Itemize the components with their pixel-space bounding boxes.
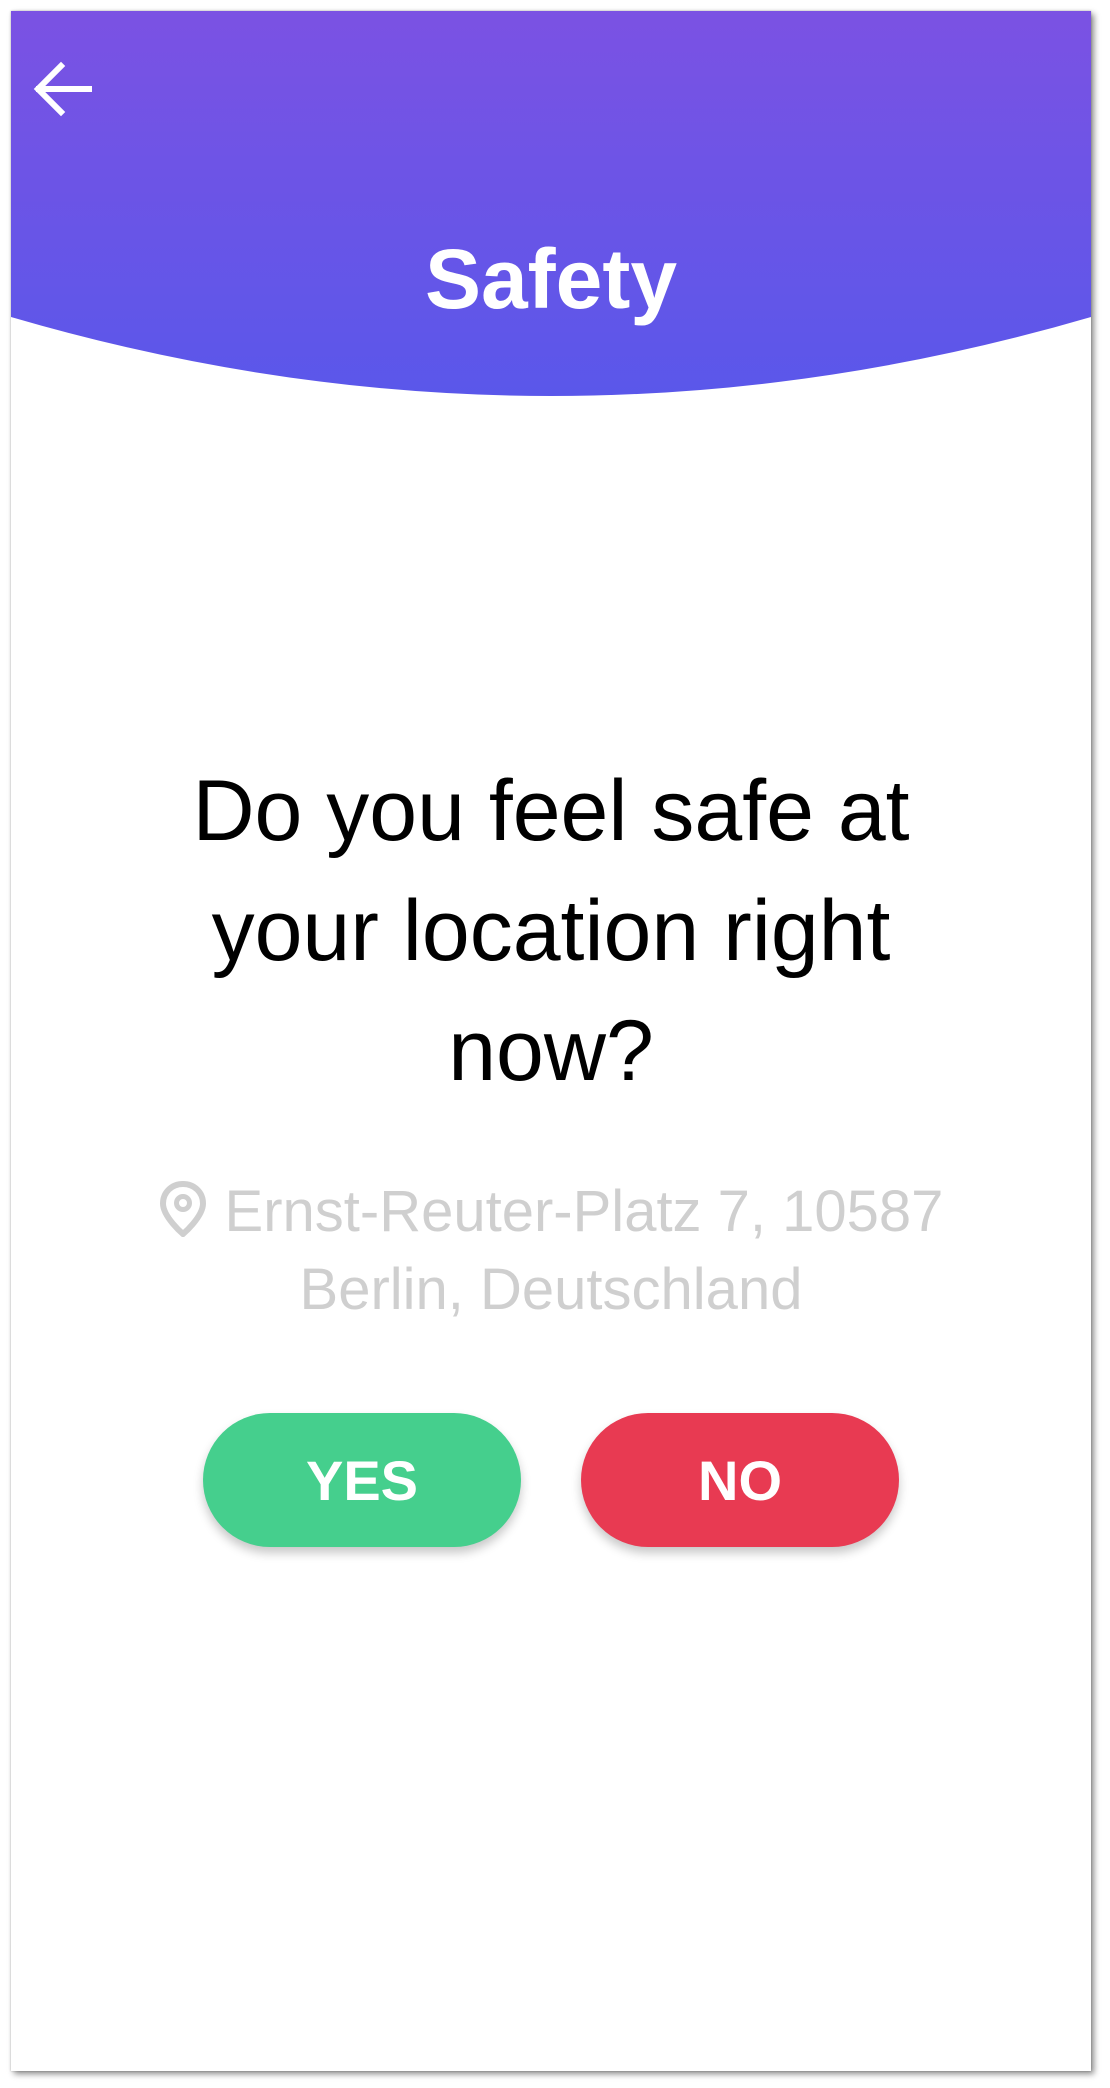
address-text: Ernst-Reuter-Platz 7, 10587 Berlin, Deut… — [224, 1179, 944, 1322]
page-title: Safety — [424, 232, 678, 326]
header: Safety — [11, 11, 1091, 401]
app-screen: Safety Do you feel safe at your location… — [11, 11, 1091, 2071]
header-background — [11, 11, 1091, 396]
no-button[interactable]: NO — [581, 1413, 899, 1547]
location-pin-icon — [159, 1181, 206, 1237]
back-button[interactable] — [33, 61, 113, 141]
location-address: Ernst-Reuter-Platz 7, 10587 Berlin, Deut… — [131, 1173, 971, 1329]
arrow-left-icon — [33, 61, 92, 117]
yes-button[interactable]: YES — [203, 1413, 521, 1547]
safety-question: Do you feel safe at your location right … — [192, 763, 910, 1099]
